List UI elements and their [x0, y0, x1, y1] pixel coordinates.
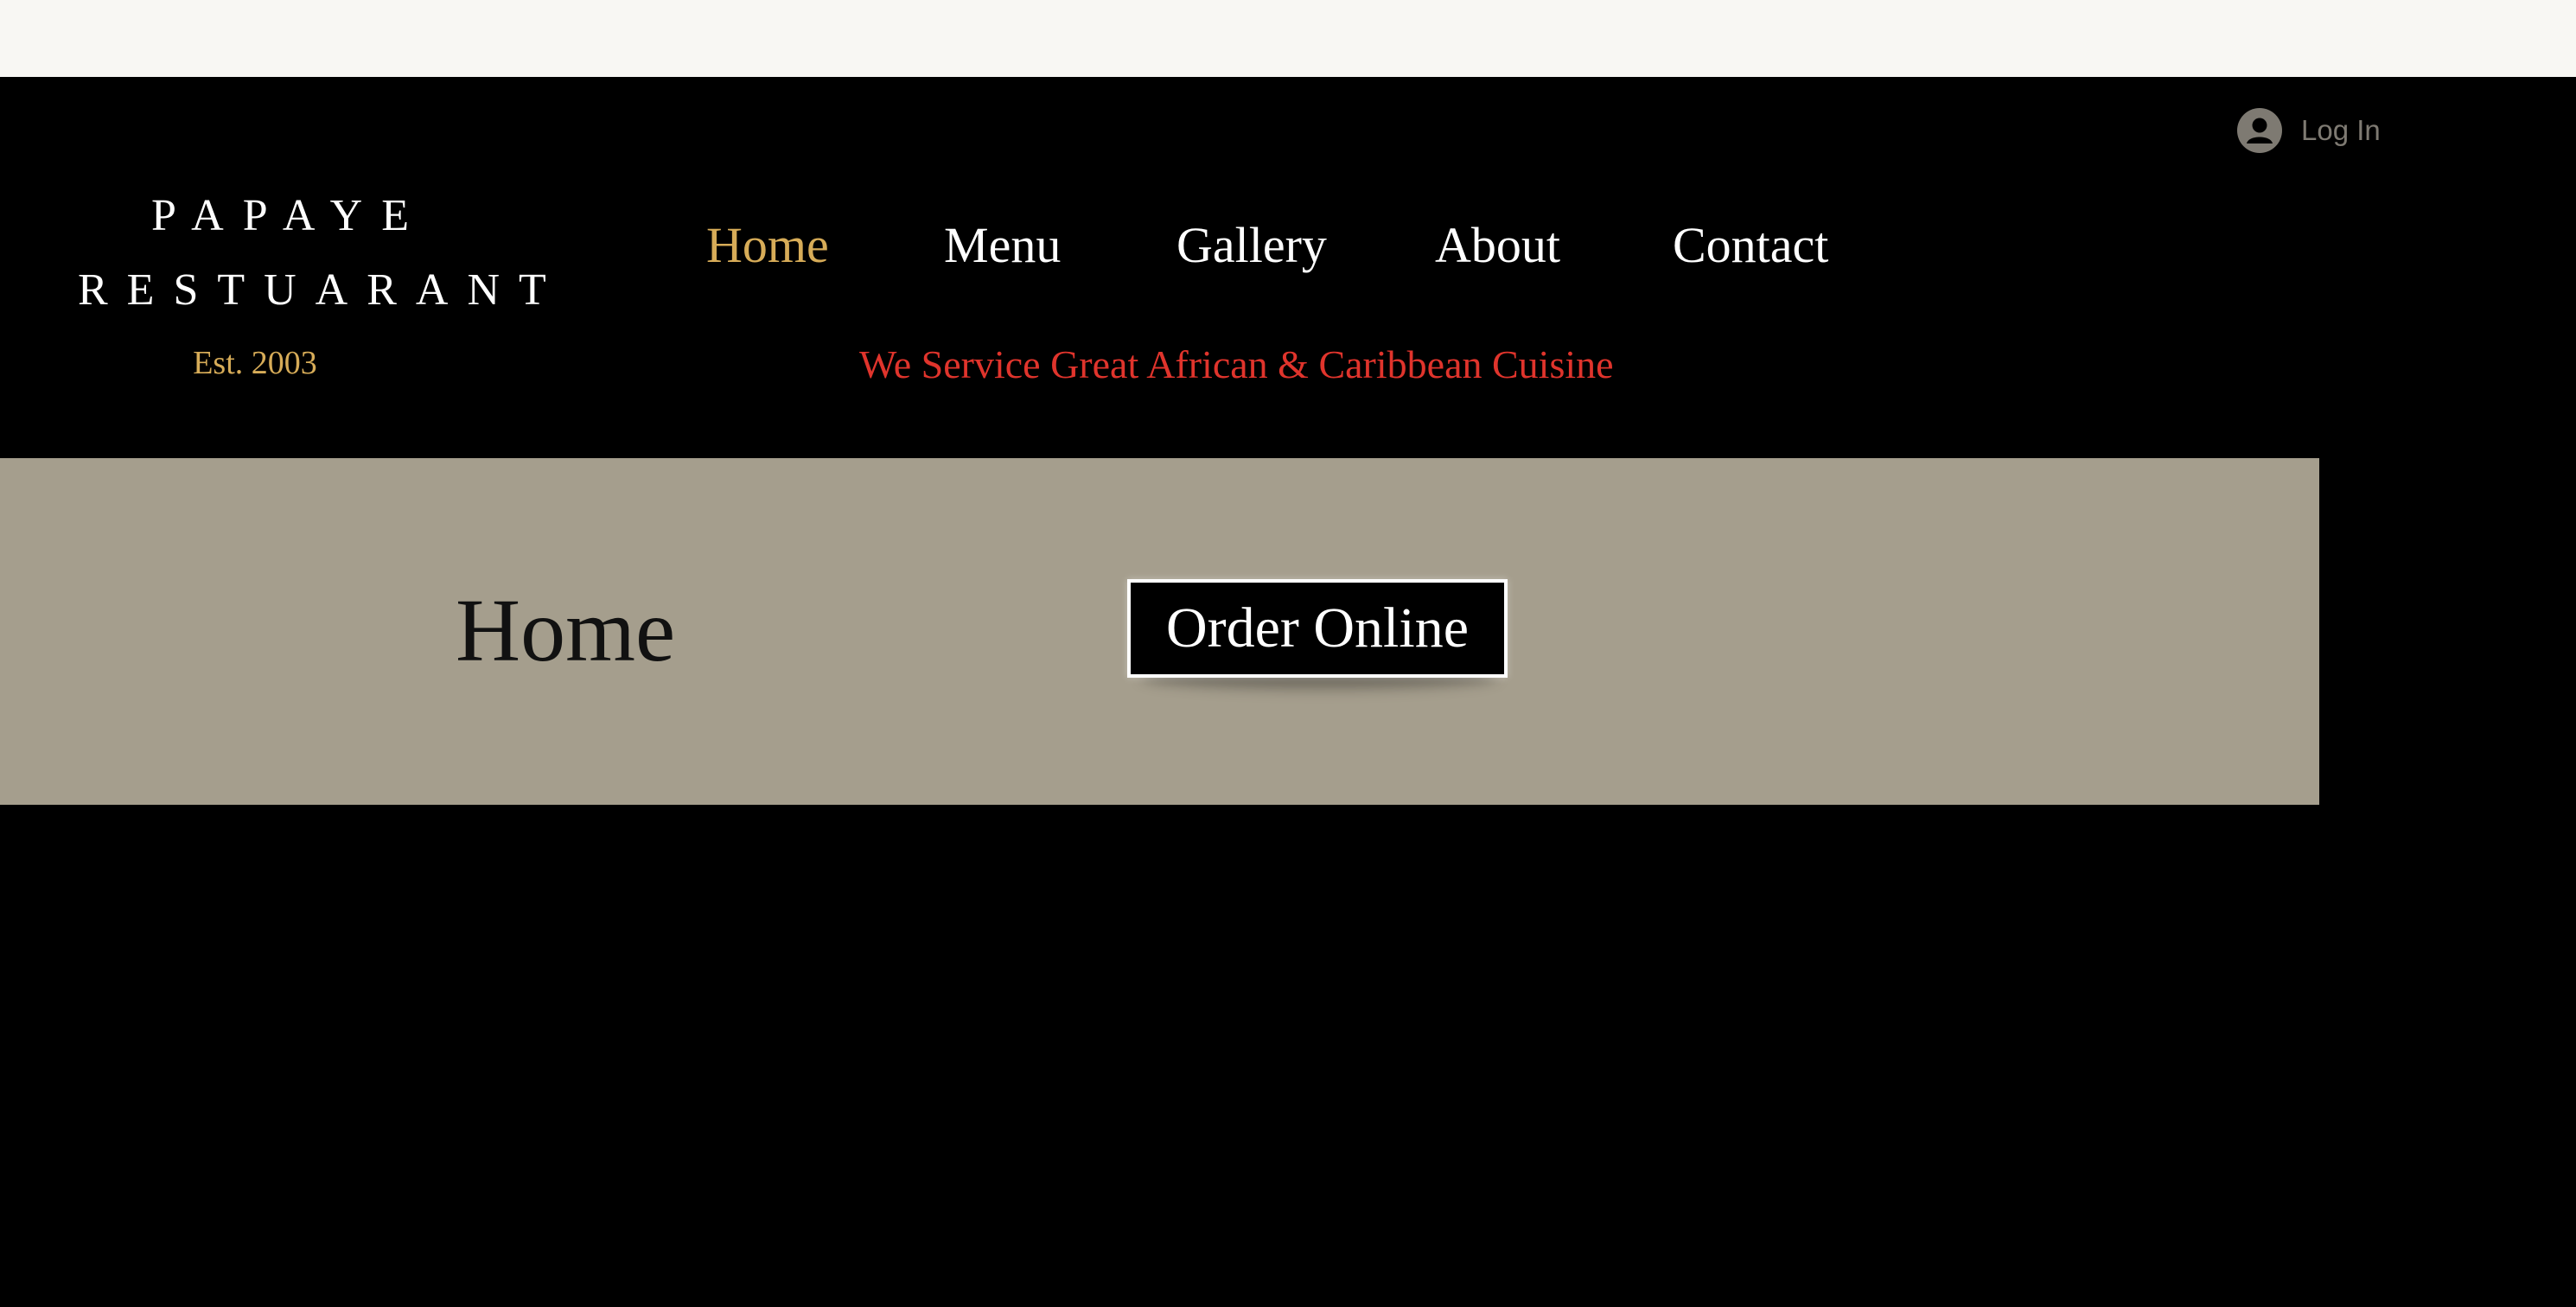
logo-line-2[interactable]: RESTUARANT [78, 263, 546, 318]
nav-item-menu[interactable]: Menu [944, 213, 1061, 278]
logo-line-1[interactable]: PAPAYE [86, 188, 493, 244]
user-avatar-icon [2237, 108, 2282, 153]
nav-item-contact[interactable]: Contact [1673, 213, 1828, 278]
order-online-container: Order Online [1127, 579, 1511, 688]
page-title: Home [456, 581, 676, 680]
login-button[interactable]: Log In [2237, 105, 2381, 156]
browser-top-strip [0, 0, 2576, 77]
nav-item-about[interactable]: About [1435, 213, 1560, 278]
nav-item-home[interactable]: Home [706, 213, 829, 278]
login-label: Log In [2301, 114, 2381, 146]
tagline: We Service Great African & Caribbean Cui… [859, 342, 1614, 386]
nav-item-gallery[interactable]: Gallery [1176, 213, 1327, 278]
established-year: Est. 2003 [193, 345, 317, 381]
order-online-button[interactable]: Order Online [1127, 579, 1508, 678]
